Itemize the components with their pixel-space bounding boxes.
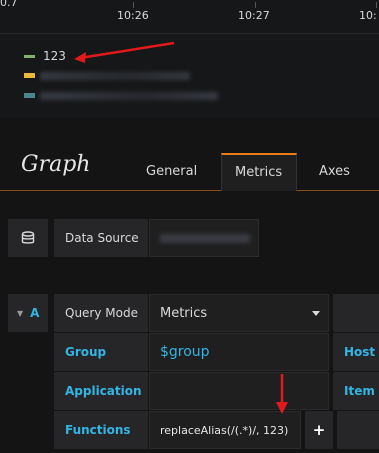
query-mode-value: Metrics bbox=[160, 305, 208, 321]
panel-title: Graph bbox=[21, 152, 91, 177]
query-ref-id: A bbox=[30, 306, 40, 320]
graph-panel-preview: 0.7 10:26 10:27 10: 123 bbox=[0, 0, 379, 118]
x-tick-label: 10:27 bbox=[238, 9, 270, 22]
application-input[interactable] bbox=[149, 372, 329, 410]
x-tick-label: 10: bbox=[359, 9, 377, 22]
annotation-arrow bbox=[276, 374, 288, 414]
x-tick-mark bbox=[376, 2, 377, 8]
group-input[interactable]: $group bbox=[149, 333, 329, 371]
application-label: Application bbox=[54, 372, 148, 410]
y-axis-tick: 0.7 bbox=[0, 0, 18, 9]
legend-swatch bbox=[24, 93, 35, 98]
query-row-filler bbox=[333, 294, 379, 332]
tabs-divider bbox=[297, 190, 379, 191]
legend-swatch bbox=[24, 55, 35, 58]
datasource-select[interactable] bbox=[149, 219, 259, 257]
datasource-label: Data Source bbox=[54, 219, 148, 257]
x-axis-line bbox=[0, 33, 379, 34]
tabs-divider bbox=[0, 190, 221, 191]
legend-item-blurred[interactable] bbox=[24, 88, 244, 104]
application-label-text: Application bbox=[65, 384, 142, 398]
datasource-icon-cell bbox=[8, 219, 48, 257]
annotation-arrow bbox=[74, 41, 175, 63]
query-mode-select[interactable]: Metrics bbox=[149, 294, 329, 332]
functions-label: Functions bbox=[54, 411, 148, 449]
legend-swatch bbox=[24, 73, 35, 78]
host-label-text: Host bbox=[344, 345, 376, 359]
group-label-text: Group bbox=[65, 345, 107, 359]
functions-row-filler bbox=[337, 411, 379, 449]
host-label: Host bbox=[333, 333, 379, 371]
tab-metrics[interactable]: Metrics bbox=[221, 153, 297, 191]
group-label: Group bbox=[54, 333, 148, 371]
item-label-text: Item bbox=[344, 384, 375, 398]
item-label: Item bbox=[333, 372, 379, 410]
add-function-button[interactable]: + bbox=[305, 411, 333, 449]
collapse-caret-icon: ▼ bbox=[17, 308, 24, 318]
tab-general[interactable]: General bbox=[146, 164, 197, 179]
tab-axes[interactable]: Axes bbox=[319, 164, 350, 179]
query-ref-cell[interactable]: ▼ A bbox=[8, 294, 48, 332]
query-mode-label: Query Mode bbox=[54, 294, 148, 332]
legend-label: 123 bbox=[43, 49, 66, 63]
x-tick-label: 10:26 bbox=[117, 9, 149, 22]
chevron-down-icon bbox=[312, 311, 320, 316]
tab-label: Metrics bbox=[235, 165, 283, 180]
x-tick-mark bbox=[255, 2, 256, 8]
datasource-value-blurred bbox=[160, 233, 250, 243]
functions-label-text: Functions bbox=[65, 423, 131, 437]
legend-label-blurred bbox=[40, 72, 190, 80]
legend-item-blurred[interactable] bbox=[24, 68, 224, 84]
x-tick-mark bbox=[133, 2, 134, 8]
function-replace-alias[interactable]: replaceAlias(/(.*)/, 123) bbox=[149, 411, 301, 449]
panel-editor: Graph General Metrics Axes Data Source ▼… bbox=[0, 118, 379, 453]
database-icon bbox=[21, 231, 35, 244]
legend-label-blurred bbox=[40, 92, 218, 100]
